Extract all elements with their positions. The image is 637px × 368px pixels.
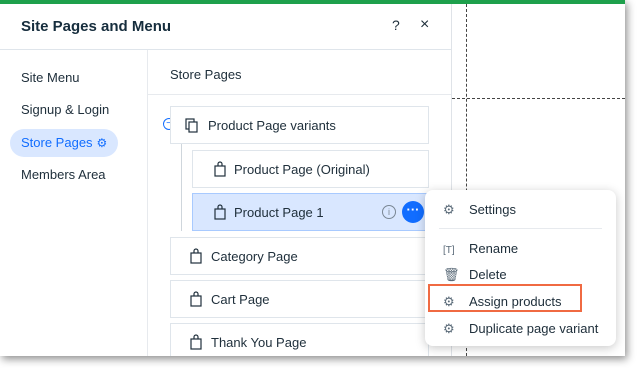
close-button[interactable]: ×: [420, 16, 429, 34]
editor-frame: Site Pages and Menu ? × Site Menu Signup…: [0, 0, 625, 356]
page-label: Product Page (Original): [234, 162, 370, 177]
page-label: Cart Page: [211, 292, 270, 307]
sidebar-item-site-menu[interactable]: Site Menu: [10, 64, 91, 92]
menu-item-label: Assign products: [469, 294, 562, 309]
page-row-product-page-variants[interactable]: Product Page variants: [170, 106, 429, 144]
menu-item-label: Duplicate page variant: [469, 321, 599, 336]
divider: [148, 94, 451, 95]
store-pages-content: Store Pages − Product Page variants Prod…: [148, 50, 451, 356]
section-title: Store Pages: [170, 67, 242, 82]
help-button[interactable]: ?: [392, 17, 400, 33]
sidebar-item-label: Signup & Login: [21, 102, 110, 117]
site-pages-panel: Site Pages and Menu ? × Site Menu Signup…: [0, 4, 452, 356]
page-row-product-page-1[interactable]: Product Page 1 i ···: [192, 193, 429, 231]
page-label: Product Page variants: [208, 118, 336, 133]
page-row-category-page[interactable]: Category Page: [170, 237, 429, 275]
menu-item-label: Settings: [469, 202, 516, 217]
shopping-bag-icon: [190, 248, 202, 264]
copy-pages-icon: [185, 118, 198, 133]
menu-item-delete[interactable]: 🗑 Delete: [443, 267, 507, 283]
info-icon[interactable]: i: [382, 205, 396, 219]
tree-connector: [181, 136, 182, 231]
menu-item-rename[interactable]: [T] Rename: [443, 241, 518, 256]
menu-item-duplicate-page-variant[interactable]: ⚙ Duplicate page variant: [443, 321, 598, 337]
page-label: Category Page: [211, 249, 298, 264]
page-label: Product Page 1: [234, 205, 324, 220]
more-actions-button[interactable]: ···: [402, 201, 424, 223]
shopping-bag-icon: [190, 291, 202, 307]
menu-item-label: Rename: [469, 241, 519, 256]
shopping-bag-icon: [214, 161, 226, 177]
rename-icon: [T]: [443, 245, 455, 256]
sidebar-item-label: Store Pages: [21, 135, 93, 150]
gridline-horizontal: [452, 98, 625, 99]
page-row-product-page-original[interactable]: Product Page (Original): [192, 150, 429, 188]
shopping-bag-icon: [190, 334, 202, 350]
page-context-menu: ⚙ Settings [T] Rename 🗑 Delete ⚙ Assign prod…: [425, 190, 616, 346]
shopping-bag-icon: [214, 204, 226, 220]
sidebar-item-signup-login[interactable]: Signup & Login: [10, 96, 120, 124]
gear-icon[interactable]: ⚙: [97, 136, 108, 150]
panel-title: Site Pages and Menu: [21, 18, 172, 35]
sidebar-item-members-area[interactable]: Members Area: [10, 161, 117, 189]
menu-divider: [439, 228, 602, 229]
gear-icon: ⚙: [443, 294, 455, 309]
panel-side-nav: Site Menu Signup & Login Store Pages ⚙ Me…: [0, 50, 148, 356]
menu-item-assign-products[interactable]: ⚙ Assign products: [443, 294, 562, 310]
sidebar-item-store-pages[interactable]: Store Pages ⚙: [10, 129, 119, 157]
page-row-cart-page[interactable]: Cart Page: [170, 280, 429, 318]
menu-item-label: Delete: [469, 267, 507, 282]
sidebar-item-label: Members Area: [21, 167, 106, 182]
trash-icon: 🗑: [443, 267, 460, 282]
gear-icon: ⚙: [443, 321, 455, 336]
page-label: Thank You Page: [211, 335, 307, 350]
panel-header: Site Pages and Menu ? ×: [0, 4, 451, 50]
sidebar-item-label: Site Menu: [21, 70, 80, 85]
page-row-thank-you-page[interactable]: Thank You Page: [170, 323, 429, 356]
menu-item-settings[interactable]: ⚙ Settings: [443, 202, 516, 218]
gear-icon: ⚙: [443, 202, 455, 217]
